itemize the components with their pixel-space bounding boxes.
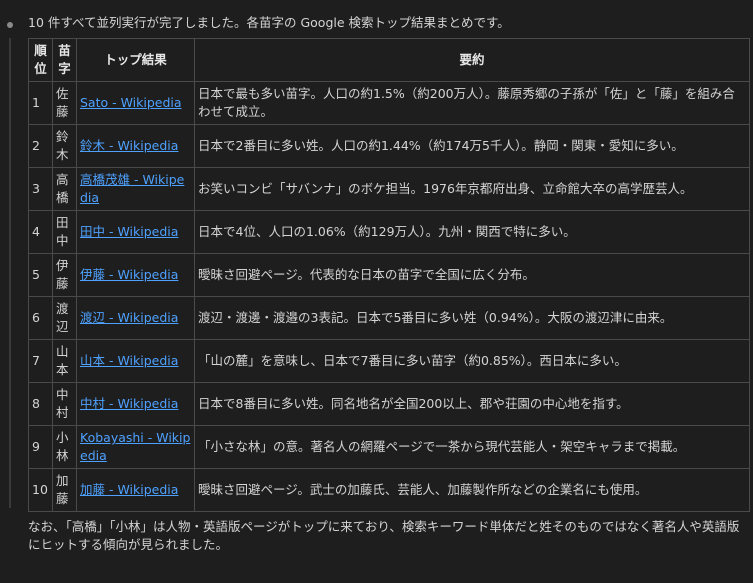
- rank-cell: 8: [28, 382, 53, 427]
- table-header-row: 順位 苗字 トップ結果 要約: [28, 38, 750, 83]
- outro-text: なお、「高橋」「小林」は人物・英語版ページがトップに来ており、検索キーワード単体…: [28, 519, 740, 553]
- result-link[interactable]: 加藤 - Wikipedia: [80, 482, 178, 497]
- rank-cell: 2: [28, 124, 53, 169]
- chat-message: 10 件すべて並列実行が完了しました。各苗字の Google 検索トップ結果まと…: [0, 0, 753, 554]
- result-cell: Kobayashi - Wikipedia: [76, 425, 195, 470]
- summary-cell: 「小さな林」の意。著名人の網羅ページで一茶から現代芸能人・架空キャラまで掲載。: [194, 425, 750, 470]
- result-link[interactable]: 中村 - Wikipedia: [80, 396, 178, 411]
- rank-cell: 6: [28, 296, 53, 341]
- summary-cell: 日本で最も多い苗字。人口の約1.5%（約200万人）。藤原秀郷の子孫が「佐」と「…: [194, 81, 750, 126]
- bullet-dot-icon: [7, 22, 13, 28]
- rank-cell: 5: [28, 253, 53, 298]
- table-row: 7 山本 山本 - Wikipedia 「山の麓」を意味し、日本で7番目に多い苗…: [28, 339, 750, 384]
- surname-cell: 佐藤: [52, 81, 77, 126]
- surname-cell: 伊藤: [52, 253, 77, 298]
- table-row: 6 渡辺 渡辺 - Wikipedia 渡辺・渡邊・渡邉の3表記。日本で5番目に…: [28, 296, 750, 341]
- result-cell: 伊藤 - Wikipedia: [76, 253, 195, 298]
- result-link[interactable]: 鈴木 - Wikipedia: [80, 138, 178, 153]
- message-left-rule: [9, 38, 11, 508]
- surname-cell: 小林: [52, 425, 77, 470]
- result-cell: 加藤 - Wikipedia: [76, 468, 195, 513]
- summary-cell: お笑いコンビ「サバンナ」のボケ担当。1976年京都府出身、立命館大卒の高学歴芸人…: [194, 167, 750, 212]
- table-row: 5 伊藤 伊藤 - Wikipedia 曖昧さ回避ページ。代表的な日本の苗字で全…: [28, 253, 750, 298]
- summary-cell: 日本で8番目に多い姓。同名地名が全国200以上、郡や荘園の中心地を指す。: [194, 382, 750, 427]
- result-cell: 田中 - Wikipedia: [76, 210, 195, 255]
- surname-cell: 山本: [52, 339, 77, 384]
- rank-cell: 7: [28, 339, 53, 384]
- message-content: 10 件すべて並列実行が完了しました。各苗字の Google 検索トップ結果まと…: [28, 14, 750, 554]
- surname-cell: 鈴木: [52, 124, 77, 169]
- surname-cell: 渡辺: [52, 296, 77, 341]
- result-cell: 鈴木 - Wikipedia: [76, 124, 195, 169]
- result-link[interactable]: 渡辺 - Wikipedia: [80, 310, 178, 325]
- surname-cell: 高橋: [52, 167, 77, 212]
- results-table: 順位 苗字 トップ結果 要約 1 佐藤 Sato - Wikipedia 日本で…: [28, 38, 750, 513]
- summary-cell: 曖昧さ回避ページ。代表的な日本の苗字で全国に広く分布。: [194, 253, 750, 298]
- header-top-result: トップ結果: [76, 38, 195, 83]
- surname-cell: 加藤: [52, 468, 77, 513]
- rank-cell: 1: [28, 81, 53, 126]
- result-link[interactable]: 山本 - Wikipedia: [80, 353, 178, 368]
- header-rank: 順位: [28, 38, 53, 83]
- header-summary: 要約: [194, 38, 750, 83]
- summary-cell: 渡辺・渡邊・渡邉の3表記。日本で5番目に多い姓（0.94%）。大阪の渡辺津に由来…: [194, 296, 750, 341]
- table-row: 1 佐藤 Sato - Wikipedia 日本で最も多い苗字。人口の約1.5%…: [28, 81, 750, 126]
- result-cell: 中村 - Wikipedia: [76, 382, 195, 427]
- rank-cell: 4: [28, 210, 53, 255]
- result-cell: 高橋茂雄 - Wikipedia: [76, 167, 195, 212]
- result-link[interactable]: 伊藤 - Wikipedia: [80, 267, 178, 282]
- summary-cell: 曖昧さ回避ページ。武士の加藤氏、芸能人、加藤製作所などの企業名にも使用。: [194, 468, 750, 513]
- rank-cell: 3: [28, 167, 53, 212]
- summary-cell: 日本で4位、人口の1.06%（約129万人）。九州・関西で特に多い。: [194, 210, 750, 255]
- rank-cell: 9: [28, 425, 53, 470]
- intro-text: 10 件すべて並列実行が完了しました。各苗字の Google 検索トップ結果まと…: [28, 15, 510, 30]
- summary-cell: 日本で2番目に多い姓。人口の約1.44%（約174万5千人）。静岡・関東・愛知に…: [194, 124, 750, 169]
- table-row: 2 鈴木 鈴木 - Wikipedia 日本で2番目に多い姓。人口の約1.44%…: [28, 124, 750, 169]
- table-row: 10 加藤 加藤 - Wikipedia 曖昧さ回避ページ。武士の加藤氏、芸能人…: [28, 468, 750, 513]
- result-link[interactable]: Kobayashi - Wikipedia: [80, 430, 190, 463]
- result-link[interactable]: 高橋茂雄 - Wikipedia: [80, 172, 184, 205]
- result-link[interactable]: Sato - Wikipedia: [80, 95, 182, 110]
- result-cell: Sato - Wikipedia: [76, 81, 195, 126]
- rank-cell: 10: [28, 468, 53, 513]
- table-row: 9 小林 Kobayashi - Wikipedia 「小さな林」の意。著名人の…: [28, 425, 750, 470]
- result-cell: 山本 - Wikipedia: [76, 339, 195, 384]
- header-surname: 苗字: [52, 38, 77, 83]
- result-link[interactable]: 田中 - Wikipedia: [80, 224, 178, 239]
- surname-cell: 中村: [52, 382, 77, 427]
- table-row: 4 田中 田中 - Wikipedia 日本で4位、人口の1.06%（約129万…: [28, 210, 750, 255]
- summary-cell: 「山の麓」を意味し、日本で7番目に多い苗字（約0.85%）。西日本に多い。: [194, 339, 750, 384]
- table-row: 8 中村 中村 - Wikipedia 日本で8番目に多い姓。同名地名が全国20…: [28, 382, 750, 427]
- table-row: 3 高橋 高橋茂雄 - Wikipedia お笑いコンビ「サバンナ」のボケ担当。…: [28, 167, 750, 212]
- surname-cell: 田中: [52, 210, 77, 255]
- result-cell: 渡辺 - Wikipedia: [76, 296, 195, 341]
